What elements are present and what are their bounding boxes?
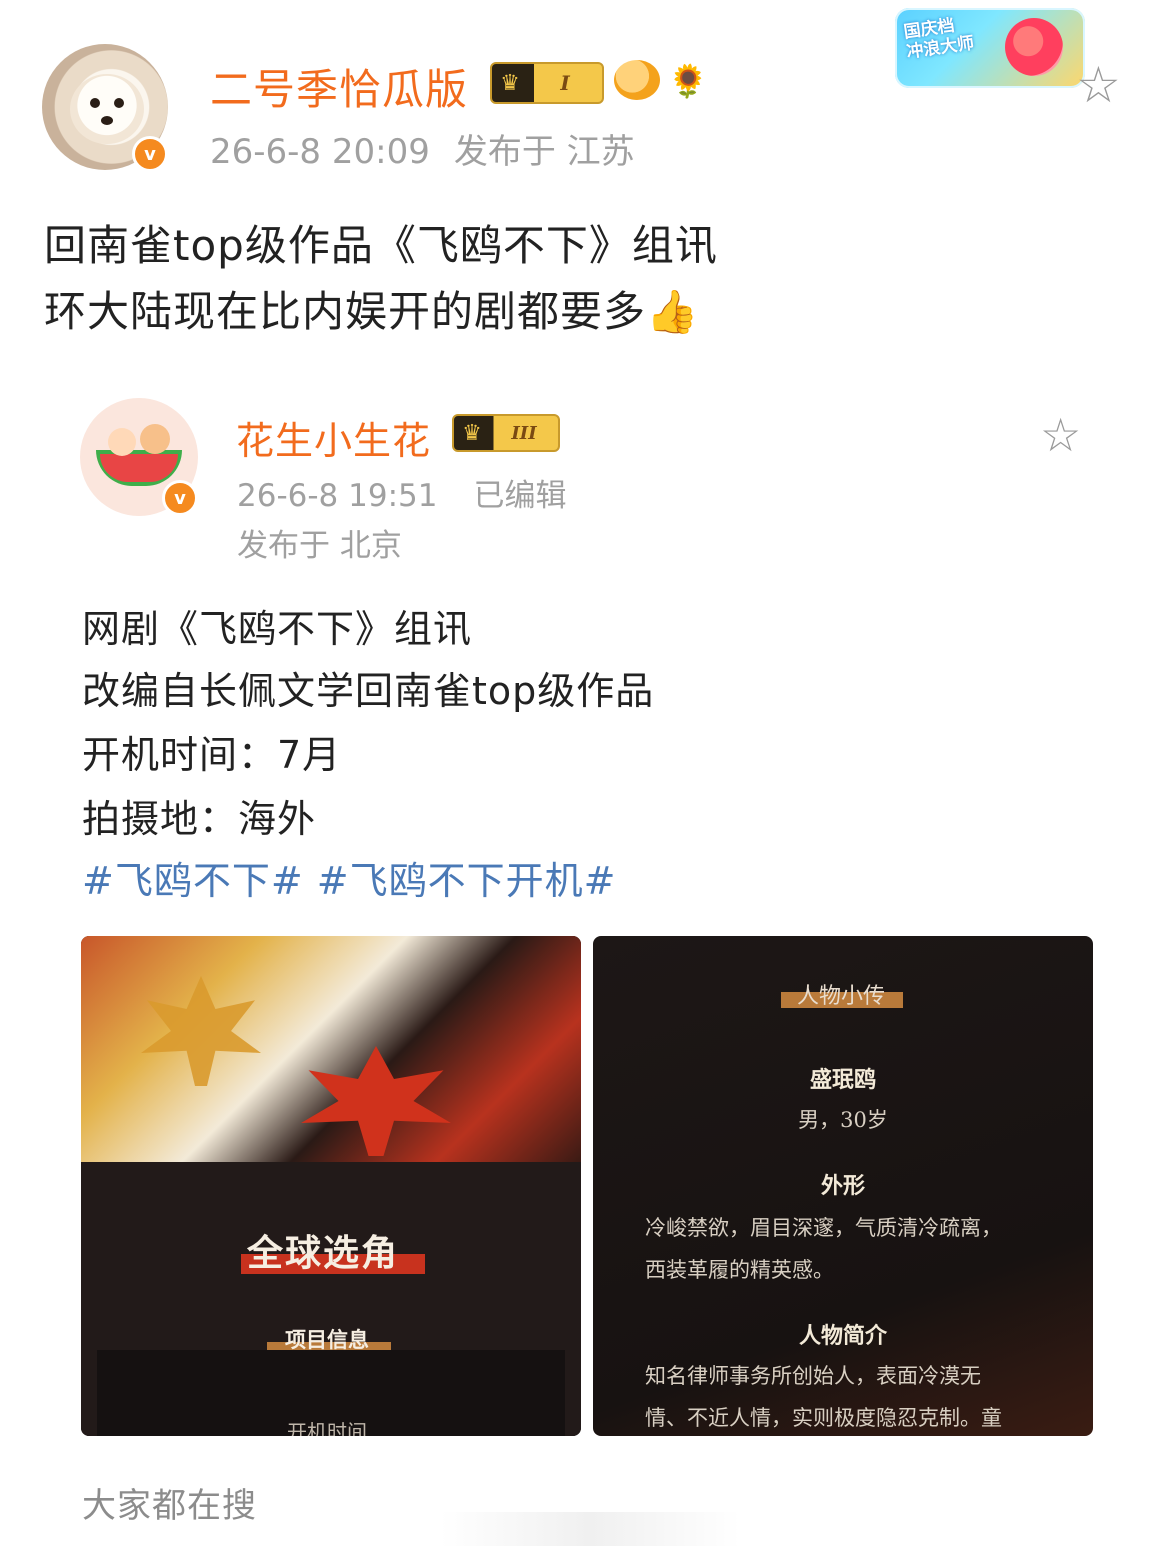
sunflower-icon: 🌻	[668, 62, 708, 100]
character-name: 盛珉鸥	[809, 1067, 876, 1093]
avatar-eye-left	[90, 98, 100, 108]
repost-text-line-3: 开机时间：7月	[82, 733, 342, 777]
repost-text-line-2: 改编自长佩文学回南雀top级作品	[82, 669, 655, 713]
pufferfish-icon	[614, 60, 660, 100]
verified-badge-icon: v	[132, 136, 168, 172]
favorite-star-icon[interactable]: ☆	[1076, 60, 1121, 110]
character-info: 男，30岁	[798, 1108, 888, 1132]
partial-text: 开机时间	[287, 1420, 367, 1436]
appearance-line-1: 冷峻禁欲，眉目深邃，气质清冷疏离，	[645, 1216, 1002, 1240]
repost-favorite-star-icon[interactable]: ☆	[1040, 412, 1081, 458]
promo-text: 国庆档 冲浪大师	[902, 15, 976, 63]
repost-meta: 26-6-8 19:51 已编辑	[237, 470, 566, 515]
repost-verified-badge-icon: v	[162, 480, 198, 516]
casting-title: 全球选角	[247, 1232, 400, 1274]
post-image-character-bio[interactable]: 人物小传 盛珉鸥 男，30岁 外形 冷峻禁欲，眉目深邃，气质清冷疏离， 西装革履…	[593, 936, 1093, 1436]
appearance-heading: 外形	[820, 1173, 865, 1199]
member-level-badge: ♛ I	[490, 62, 604, 104]
crown-icon: ♛	[462, 420, 482, 446]
hashtag-link[interactable]: #飞鸥不下开机#	[317, 859, 617, 903]
trending-search-label: 大家都在搜	[82, 1486, 257, 1526]
appearance-line-2: 西装革履的精英感。	[645, 1258, 834, 1282]
avatar-character-left	[108, 428, 136, 456]
crown-icon: ♛	[500, 70, 520, 96]
repost-username[interactable]: 花生小生花	[236, 410, 431, 465]
repost-text-line-1: 网剧《飞鸥不下》组讯	[82, 607, 473, 651]
avatar-image	[70, 74, 144, 144]
post-username[interactable]: 二号季恰瓜版	[210, 56, 468, 117]
character-section-heading: 人物小传	[797, 984, 886, 1009]
mascot-icon	[1005, 18, 1063, 76]
repost-text-line-4: 拍摄地：海外	[82, 797, 317, 841]
hashtag-link[interactable]: #飞鸥不下#	[82, 859, 304, 903]
post-location: 发布于 江苏	[453, 132, 635, 172]
repost-edited-label: 已编辑	[473, 478, 567, 514]
bio-heading: 人物简介	[798, 1323, 887, 1349]
repost-timestamp: 26-6-8 19:51	[237, 478, 438, 514]
post-text-line-2: 环大陆现在比内娱开的剧都要多👍	[44, 287, 700, 336]
bio-line-2: 情、不近人情，实则极度隐忍克制。童	[645, 1406, 1002, 1430]
promo-badge[interactable]: 国庆档 冲浪大师	[895, 8, 1085, 88]
post-meta: 26-6-8 20:09 发布于 江苏	[210, 124, 635, 173]
repost-hashtags: #飞鸥不下# #飞鸥不下开机#	[82, 850, 616, 905]
repost-location: 发布于 北京	[237, 528, 402, 564]
avatar-eye-right	[114, 98, 124, 108]
repost-member-level-badge: ♛ III	[452, 414, 560, 452]
post-timestamp: 26-6-8 20:09	[210, 132, 430, 172]
bio-line-1: 知名律师事务所创始人，表面冷漠无	[645, 1364, 981, 1388]
post-image-casting[interactable]: 全球选角 项目信息 开机时间	[81, 936, 581, 1436]
thumbs-up-icon: 👍	[646, 287, 700, 336]
avatar-character-right	[140, 424, 170, 454]
avatar-nose	[101, 116, 113, 125]
watermark	[440, 1512, 740, 1546]
post-text-line-1: 回南雀top级作品《飞鸥不下》组讯	[44, 221, 718, 270]
